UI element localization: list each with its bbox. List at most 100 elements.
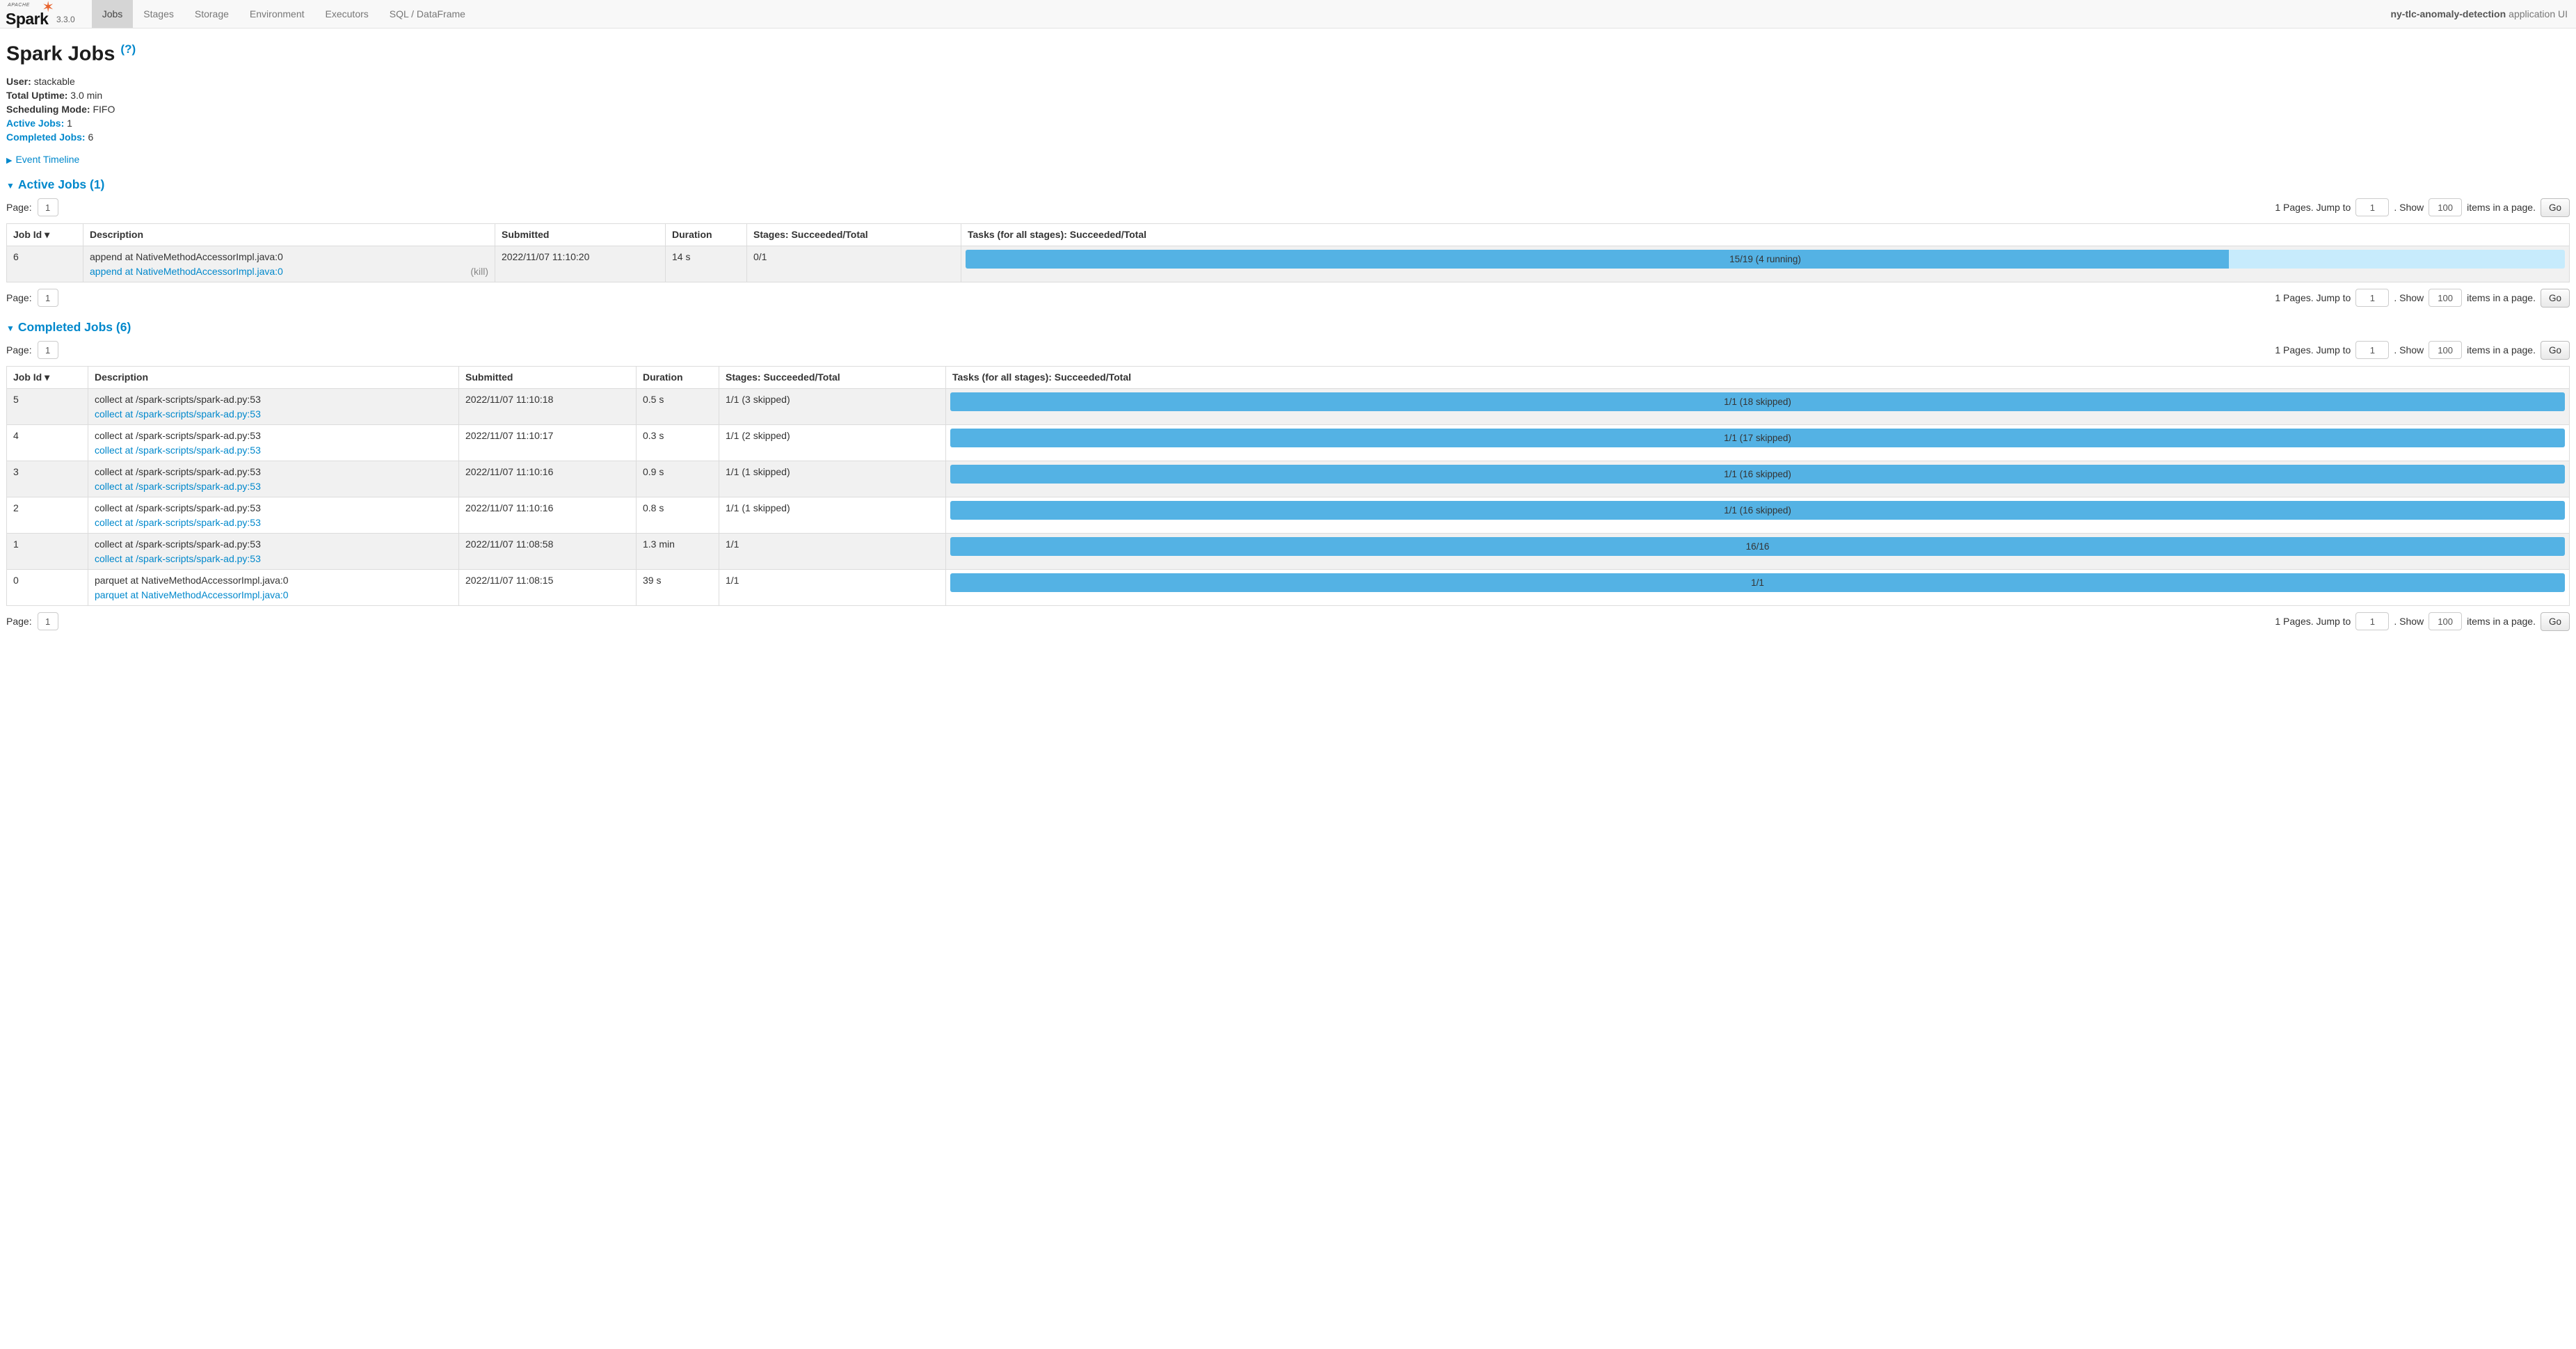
show-items-input[interactable]: [2429, 612, 2462, 630]
page-input[interactable]: [38, 198, 58, 216]
progress-label: 16/16: [950, 537, 2565, 556]
tasks-progress-bar: 15/19 (4 running): [966, 250, 2565, 269]
application-ui-suffix: application UI: [2509, 8, 2568, 19]
page-label: Page:: [6, 202, 32, 213]
column-header-job-id[interactable]: Job Id ▾: [7, 366, 88, 388]
tasks-progress-bar: 16/16: [950, 537, 2565, 556]
description-link[interactable]: append at NativeMethodAccessorImpl.java:…: [90, 266, 283, 277]
nav-tabs: Jobs Stages Storage Environment Executor…: [92, 0, 476, 28]
scheduling-value: FIFO: [93, 104, 115, 115]
section-header-active-jobs[interactable]: ▼Active Jobs (1): [6, 177, 2570, 192]
description-link[interactable]: collect at /spark-scripts/spark-ad.py:53: [95, 481, 261, 492]
jump-to-input[interactable]: [2355, 289, 2389, 307]
column-header-stages[interactable]: Stages: Succeeded/Total: [747, 223, 961, 246]
description-cell: collect at /spark-scripts/spark-ad.py:53…: [88, 461, 459, 497]
description-link[interactable]: collect at /spark-scripts/spark-ad.py:53: [95, 517, 261, 528]
jump-to-input[interactable]: [2355, 198, 2389, 216]
table-row: 0 parquet at NativeMethodAccessorImpl.ja…: [7, 569, 2570, 605]
go-button[interactable]: Go: [2541, 198, 2570, 217]
description-link[interactable]: collect at /spark-scripts/spark-ad.py:53: [95, 408, 261, 420]
tasks-cell: 1/1 (16 skipped): [946, 497, 2570, 533]
completed-jobs-link[interactable]: Completed Jobs:: [6, 131, 86, 143]
description-link[interactable]: parquet at NativeMethodAccessorImpl.java…: [95, 589, 289, 600]
jump-to-input[interactable]: [2355, 612, 2389, 630]
duration-cell: 0.8 s: [637, 497, 719, 533]
description-text: collect at /spark-scripts/spark-ad.py:53: [95, 502, 452, 513]
duration-cell: 0.3 s: [637, 424, 719, 461]
section-header-completed-jobs[interactable]: ▼Completed Jobs (6): [6, 320, 2570, 335]
tab-storage[interactable]: Storage: [184, 0, 239, 28]
go-button[interactable]: Go: [2541, 612, 2570, 631]
items-text: items in a page.: [2467, 344, 2536, 356]
tab-executors[interactable]: Executors: [315, 0, 379, 28]
show-text: . Show: [2394, 292, 2424, 303]
page-input[interactable]: [38, 289, 58, 307]
show-items-input[interactable]: [2429, 198, 2462, 216]
stages-cell: 1/1: [719, 569, 946, 605]
tab-environment[interactable]: Environment: [239, 0, 315, 28]
job-id-cell: 6: [7, 246, 83, 282]
go-button[interactable]: Go: [2541, 341, 2570, 360]
pages-jump-text: 1 Pages. Jump to: [2275, 292, 2351, 303]
page-label: Page:: [6, 616, 32, 627]
submitted-cell: 2022/11/07 11:08:15: [459, 569, 637, 605]
column-header-tasks[interactable]: Tasks (for all stages): Succeeded/Total: [946, 366, 2570, 388]
pagination-active-bottom: Page: 1 Pages. Jump to . Show items in a…: [6, 289, 2570, 308]
description-text: collect at /spark-scripts/spark-ad.py:53: [95, 538, 452, 550]
column-header-submitted[interactable]: Submitted: [459, 366, 637, 388]
stages-cell: 1/1 (1 skipped): [719, 497, 946, 533]
stages-cell: 1/1 (3 skipped): [719, 388, 946, 424]
show-text: . Show: [2394, 202, 2424, 213]
description-text: collect at /spark-scripts/spark-ad.py:53: [95, 430, 452, 441]
application-title: ny-tlc-anomaly-detection application UI: [2390, 0, 2576, 28]
column-header-description[interactable]: Description: [88, 366, 459, 388]
tab-stages[interactable]: Stages: [133, 0, 184, 28]
submitted-cell: 2022/11/07 11:08:58: [459, 533, 637, 569]
show-text: . Show: [2394, 616, 2424, 627]
job-id-cell: 4: [7, 424, 88, 461]
description-link[interactable]: collect at /spark-scripts/spark-ad.py:53: [95, 445, 261, 456]
description-cell: collect at /spark-scripts/spark-ad.py:53…: [88, 424, 459, 461]
column-header-job-id[interactable]: Job Id ▾: [7, 223, 83, 246]
column-header-duration[interactable]: Duration: [666, 223, 747, 246]
pages-jump-text: 1 Pages. Jump to: [2275, 616, 2351, 627]
job-id-cell: 1: [7, 533, 88, 569]
column-header-stages[interactable]: Stages: Succeeded/Total: [719, 366, 946, 388]
completed-jobs-row: Completed Jobs: 6: [6, 131, 2570, 143]
progress-label: 1/1 (16 skipped): [950, 465, 2565, 484]
apache-label: APACHE: [8, 3, 30, 8]
column-header-duration[interactable]: Duration: [637, 366, 719, 388]
kill-link[interactable]: (kill): [470, 266, 488, 277]
description-link[interactable]: collect at /spark-scripts/spark-ad.py:53: [95, 553, 261, 564]
active-jobs-link[interactable]: Active Jobs:: [6, 118, 64, 129]
duration-cell: 14 s: [666, 246, 747, 282]
event-timeline-label: Event Timeline: [15, 154, 79, 165]
jump-to-input[interactable]: [2355, 341, 2389, 359]
column-header-description[interactable]: Description: [83, 223, 495, 246]
tasks-progress-bar: 1/1 (17 skipped): [950, 429, 2565, 447]
active-jobs-section-title: Active Jobs (1): [18, 177, 104, 191]
spark-logo[interactable]: APACHE ✶ Spark 3.3.0: [0, 0, 82, 28]
tasks-cell: 15/19 (4 running): [961, 246, 2570, 282]
page-title: Spark Jobs (?): [6, 42, 2570, 66]
show-items-input[interactable]: [2429, 289, 2462, 307]
description-text: append at NativeMethodAccessorImpl.java:…: [90, 251, 488, 262]
show-items-input[interactable]: [2429, 341, 2462, 359]
progress-label: 15/19 (4 running): [966, 250, 2565, 269]
help-link[interactable]: (?): [120, 42, 136, 56]
tab-sql-dataframe[interactable]: SQL / DataFrame: [379, 0, 476, 28]
application-name: ny-tlc-anomaly-detection: [2390, 8, 2506, 19]
page-input[interactable]: [38, 341, 58, 359]
page-input[interactable]: [38, 612, 58, 630]
go-button[interactable]: Go: [2541, 289, 2570, 308]
event-timeline-toggle[interactable]: ▶Event Timeline: [6, 154, 2570, 165]
spark-ui-page: APACHE ✶ Spark 3.3.0 Jobs Stages Storage…: [0, 0, 2576, 655]
tasks-progress-bar: 1/1 (16 skipped): [950, 465, 2565, 484]
column-header-tasks[interactable]: Tasks (for all stages): Succeeded/Total: [961, 223, 2570, 246]
column-header-submitted[interactable]: Submitted: [495, 223, 666, 246]
progress-label: 1/1 (16 skipped): [950, 501, 2565, 520]
show-text: . Show: [2394, 344, 2424, 356]
spark-brand-text: Spark: [6, 10, 48, 29]
tab-jobs[interactable]: Jobs: [92, 0, 134, 28]
scheduling-row: Scheduling Mode: FIFO: [6, 104, 2570, 115]
